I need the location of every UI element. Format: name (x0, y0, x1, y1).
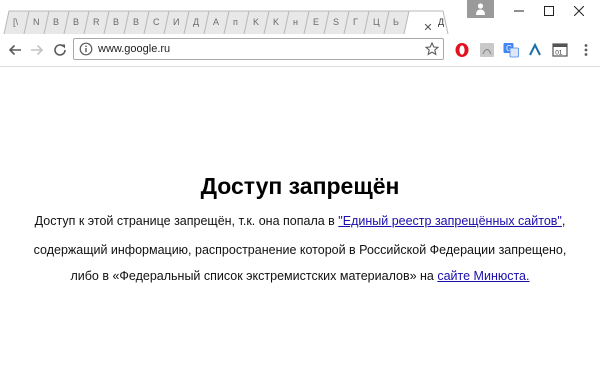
bookmark-star-icon[interactable] (425, 42, 439, 56)
menu-kebab-icon[interactable] (578, 42, 594, 58)
extension-triangle-icon[interactable] (527, 42, 543, 58)
page-title: Доступ запрещён (200, 173, 400, 199)
pdf-extension-icon[interactable] (479, 42, 495, 58)
page-content: Доступ запрещён Доступ к этой странице з… (0, 67, 600, 392)
minjust-link[interactable]: сайте Минюста. (437, 269, 529, 283)
back-arrow-icon[interactable] (6, 41, 24, 59)
close-window-button[interactable] (556, 0, 600, 22)
browser-window: [\ N B B R B B C И Д A п K K н E S Г Ц Ь… (0, 0, 600, 392)
tab-strip: [\ N B B R B B C И Д A п K K н E S Г Ц Ь… (0, 10, 470, 34)
reload-icon[interactable] (51, 41, 69, 59)
toolbar: www.google.ru G 01 (0, 34, 600, 67)
block-notice-line-1: Доступ к этой странице запрещён, т.к. он… (0, 214, 600, 228)
title-bar: [\ N B B R B B C И Д A п K K н E S Г Ц Ь… (0, 0, 600, 34)
minimize-icon (514, 10, 524, 12)
svg-text:01: 01 (555, 50, 563, 57)
notice-text: либо в «Федеральный список экстремистски… (70, 269, 438, 283)
address-bar[interactable]: www.google.ru (73, 38, 444, 60)
calendar-icon[interactable]: 01 (552, 42, 568, 58)
url-text[interactable]: www.google.ru (98, 39, 170, 59)
notice-text: Доступ к этой странице запрещён, т.к. он… (34, 214, 339, 228)
notice-comma: , (561, 214, 566, 228)
opera-icon[interactable] (454, 42, 470, 58)
maximize-icon (544, 6, 554, 16)
block-notice-line-2: содержащий информацию, распространение к… (33, 243, 567, 257)
person-icon (476, 3, 485, 15)
info-icon[interactable] (79, 42, 93, 56)
forward-arrow-icon[interactable] (28, 41, 46, 59)
profile-button[interactable] (467, 0, 494, 18)
tab-label: Д (438, 17, 445, 27)
translate-icon[interactable]: G (503, 42, 519, 58)
block-notice-line-3: либо в «Федеральный список экстремистски… (0, 269, 600, 283)
close-icon (573, 5, 585, 17)
registry-link[interactable]: "Единый реестр запрещённых сайтов" (338, 214, 562, 228)
